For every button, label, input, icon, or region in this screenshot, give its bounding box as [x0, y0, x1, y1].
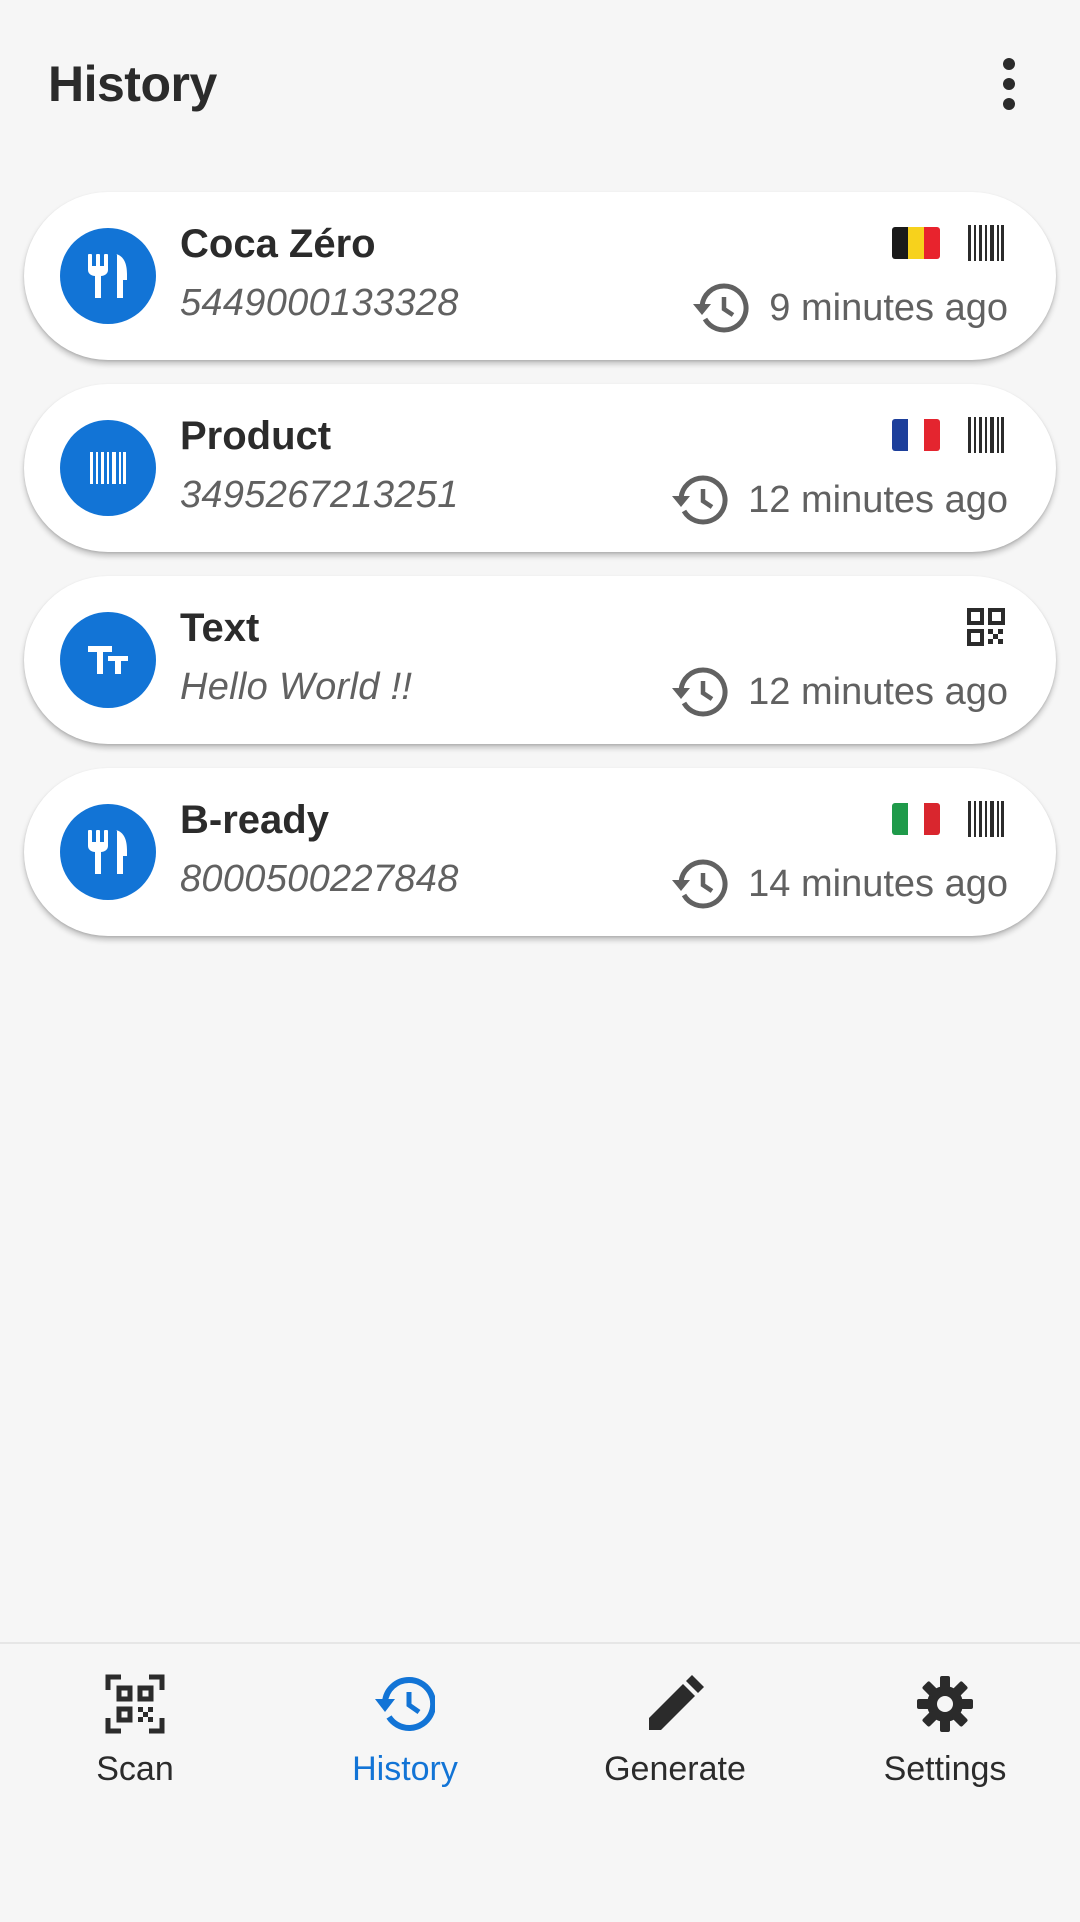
- history-icon: [672, 667, 728, 717]
- nav-label-generate: Generate: [604, 1750, 746, 1788]
- text-fields-icon: [88, 646, 128, 674]
- france-flag-icon: [892, 419, 940, 451]
- barcode-icon: [90, 452, 126, 484]
- category-avatar: [60, 420, 156, 516]
- barcode-icon: [968, 225, 1004, 261]
- qr-scanner-icon: [105, 1674, 165, 1734]
- nav-label-settings: Settings: [883, 1750, 1007, 1788]
- item-badges: [966, 606, 1006, 648]
- gear-icon: [917, 1676, 973, 1732]
- history-icon: [672, 475, 728, 525]
- item-title: Product: [180, 414, 332, 458]
- time-label: 12 minutes ago: [748, 478, 1008, 521]
- item-value: Hello World !!: [180, 666, 413, 708]
- category-avatar: [60, 804, 156, 900]
- item-title: Text: [180, 606, 260, 650]
- time-label: 9 minutes ago: [769, 286, 1008, 329]
- qr-code-icon: [967, 608, 1005, 646]
- pencil-icon: [649, 1675, 704, 1730]
- item-value: 5449000133328: [180, 282, 459, 324]
- app-bar: History: [0, 0, 1080, 170]
- item-timestamp: 14 minutes ago: [672, 854, 1008, 914]
- bottom-navigation: Scan History Generate Settings: [0, 1642, 1080, 1922]
- barcode-icon: [968, 801, 1004, 837]
- item-timestamp: 9 minutes ago: [693, 278, 1008, 338]
- history-item-text[interactable]: Text Hello World !! 12 minutes ago: [24, 576, 1056, 744]
- item-timestamp: 12 minutes ago: [672, 662, 1008, 722]
- time-label: 14 minutes ago: [748, 862, 1008, 905]
- history-icon: [672, 859, 728, 909]
- restaurant-icon: [88, 830, 127, 874]
- item-value: 8000500227848: [180, 858, 459, 900]
- history-list: Coca Zéro 5449000133328 9 minutes ago Pr…: [24, 192, 1056, 960]
- nav-item-scan[interactable]: Scan: [0, 1644, 270, 1844]
- history-icon: [693, 283, 749, 333]
- nav-label-scan: Scan: [96, 1750, 174, 1788]
- item-badges: [892, 798, 1006, 840]
- nav-item-history[interactable]: History: [270, 1644, 540, 1844]
- restaurant-icon: [88, 254, 127, 298]
- item-title: B-ready: [180, 798, 329, 842]
- item-timestamp: 12 minutes ago: [672, 470, 1008, 530]
- category-avatar: [60, 612, 156, 708]
- category-avatar: [60, 228, 156, 324]
- barcode-icon: [968, 417, 1004, 453]
- history-item-b-ready[interactable]: B-ready 8000500227848 14 minutes ago: [24, 768, 1056, 936]
- page-title: History: [48, 56, 217, 112]
- history-icon: [375, 1676, 435, 1731]
- more-vert-icon: [1003, 58, 1015, 110]
- history-item-product[interactable]: Product 3495267213251 12 minutes ago: [24, 384, 1056, 552]
- nav-item-generate[interactable]: Generate: [540, 1644, 810, 1844]
- overflow-menu-button[interactable]: [985, 52, 1033, 116]
- nav-item-settings[interactable]: Settings: [810, 1644, 1080, 1844]
- item-badges: [892, 222, 1006, 264]
- nav-label-history: History: [352, 1750, 458, 1788]
- item-title: Coca Zéro: [180, 222, 376, 266]
- history-item-coca-zero[interactable]: Coca Zéro 5449000133328 9 minutes ago: [24, 192, 1056, 360]
- belgium-flag-icon: [892, 227, 940, 259]
- item-value: 3495267213251: [180, 474, 459, 516]
- item-badges: [892, 414, 1006, 456]
- time-label: 12 minutes ago: [748, 670, 1008, 713]
- italy-flag-icon: [892, 803, 940, 835]
